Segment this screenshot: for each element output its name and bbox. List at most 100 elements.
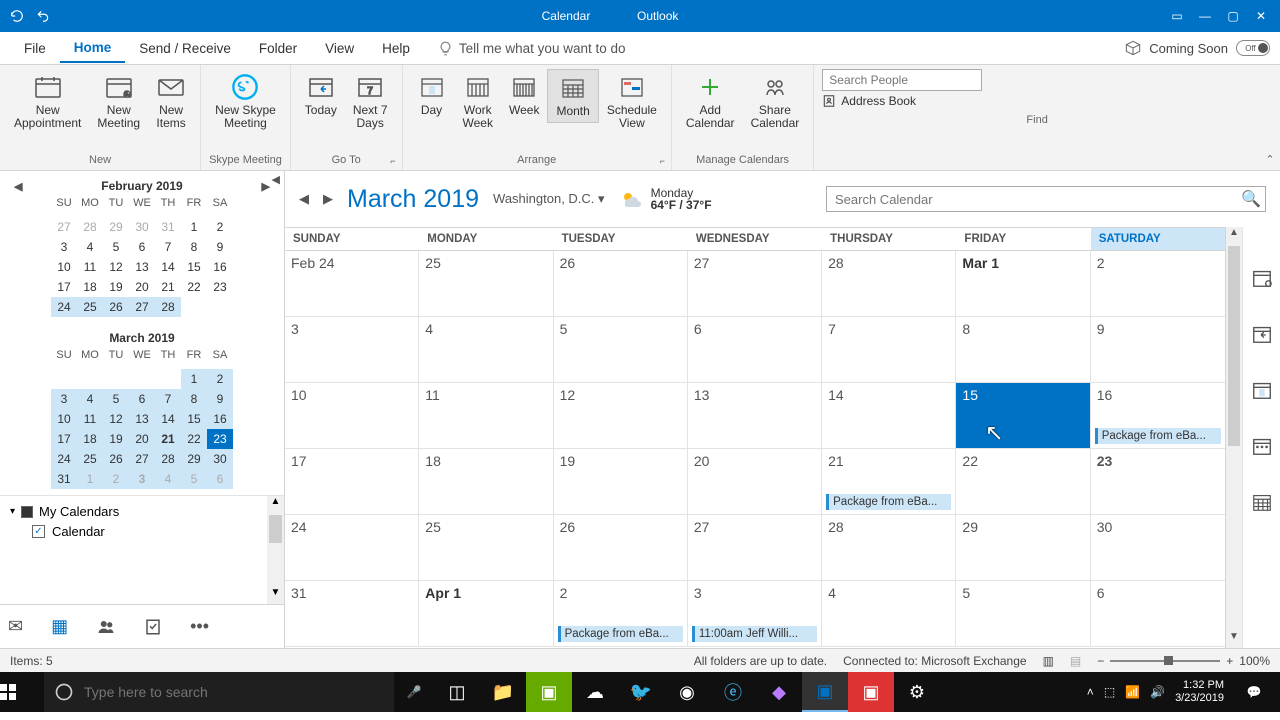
maximize-icon[interactable]: ▢ xyxy=(1226,9,1240,23)
mini-day[interactable]: 7 xyxy=(155,237,181,257)
mini-day[interactable]: 11 xyxy=(77,257,103,277)
tab-folder[interactable]: Folder xyxy=(245,35,311,62)
day-cell[interactable]: 14 xyxy=(822,383,956,448)
people-icon[interactable] xyxy=(96,618,116,636)
day-cell[interactable]: 13 xyxy=(688,383,822,448)
view-reading-icon[interactable]: ▤ xyxy=(1070,654,1081,668)
mini-day[interactable]: 7 xyxy=(155,389,181,409)
mini-day[interactable]: 16 xyxy=(207,409,233,429)
mini-day[interactable]: 30 xyxy=(129,217,155,237)
day-cell[interactable]: 18 xyxy=(419,449,553,514)
mini-day[interactable]: 4 xyxy=(77,237,103,257)
day-cell[interactable]: 6 xyxy=(688,317,822,382)
view-normal-icon[interactable]: ▥ xyxy=(1043,654,1054,668)
mini-day[interactable]: 13 xyxy=(129,409,155,429)
mini-day[interactable]: 17 xyxy=(51,277,77,297)
mini-day[interactable]: 25 xyxy=(77,449,103,469)
day-cell[interactable]: 22 xyxy=(956,449,1090,514)
schedule-view-button[interactable]: ScheduleView xyxy=(599,69,665,134)
day-cell[interactable]: 8 xyxy=(956,317,1090,382)
tab-help[interactable]: Help xyxy=(368,35,424,62)
day-cell[interactable]: 4 xyxy=(822,581,956,646)
new-items-button[interactable]: NewItems xyxy=(148,69,194,134)
tell-me[interactable]: Tell me what you want to do xyxy=(424,41,626,56)
peek-icon[interactable] xyxy=(1251,323,1273,345)
search-calendar-input[interactable] xyxy=(827,192,1237,207)
day-cell[interactable]: 10 xyxy=(285,383,419,448)
zoom-in-icon[interactable]: + xyxy=(1226,654,1233,668)
taskbar-search[interactable] xyxy=(44,672,394,712)
dialog-launcher-icon[interactable]: ⌐ xyxy=(656,156,669,168)
mini-day[interactable]: 20 xyxy=(129,429,155,449)
app-snagit[interactable]: ▣ xyxy=(848,672,894,712)
display-options-icon[interactable]: ▭ xyxy=(1170,9,1184,23)
mini-day[interactable]: 27 xyxy=(129,297,155,317)
day-view-button[interactable]: Day xyxy=(409,69,455,121)
day-cell[interactable]: 5 xyxy=(956,581,1090,646)
mini-day[interactable]: 28 xyxy=(155,297,181,317)
taskview-icon[interactable]: ◫ xyxy=(434,672,480,712)
day-cell[interactable]: 24 xyxy=(285,515,419,580)
app-explorer[interactable]: 📁 xyxy=(480,672,526,712)
day-cell[interactable]: 6 xyxy=(1091,581,1225,646)
minimize-icon[interactable]: — xyxy=(1198,9,1212,23)
calendar-item[interactable]: ✓Calendar xyxy=(10,519,274,544)
mail-icon[interactable]: ✉ xyxy=(8,616,23,637)
app-outlook[interactable]: ▣ xyxy=(802,672,848,712)
tray-clock[interactable]: 1:32 PM3/23/2019 xyxy=(1175,679,1224,705)
day-cell[interactable]: 2 xyxy=(1091,251,1225,316)
app-vs[interactable]: ◆ xyxy=(756,672,802,712)
mini-day[interactable]: 21 xyxy=(155,429,181,449)
day-cell[interactable]: 21Package from eBa... xyxy=(822,449,956,514)
mini-day[interactable]: 1 xyxy=(181,217,207,237)
day-cell[interactable]: Feb 24 xyxy=(285,251,419,316)
tab-file[interactable]: File xyxy=(10,35,60,62)
calendar-event[interactable]: Package from eBa... xyxy=(826,494,951,510)
mini-day[interactable]: 15 xyxy=(181,409,207,429)
peek-icon[interactable] xyxy=(1251,491,1273,513)
search-icon[interactable]: 🔍 xyxy=(1237,189,1265,209)
my-calendars-header[interactable]: ▾My Calendars xyxy=(10,504,274,519)
mini-day[interactable]: 18 xyxy=(77,277,103,297)
undo-icon[interactable] xyxy=(36,9,50,23)
tab-view[interactable]: View xyxy=(311,35,368,62)
mini-day[interactable]: 26 xyxy=(103,449,129,469)
mini-day[interactable]: 5 xyxy=(181,469,207,489)
mini-day[interactable]: 1 xyxy=(181,369,207,389)
mini-day[interactable]: 12 xyxy=(103,257,129,277)
mini-day[interactable]: 3 xyxy=(51,237,77,257)
day-cell[interactable]: 29 xyxy=(956,515,1090,580)
calendar-icon[interactable]: ▦ xyxy=(51,616,68,637)
mini-day[interactable]: 23 xyxy=(207,429,233,449)
mini-day[interactable]: 6 xyxy=(129,389,155,409)
day-cell[interactable]: 20 xyxy=(688,449,822,514)
more-icon[interactable]: ••• xyxy=(190,616,209,637)
new-appointment-button[interactable]: NewAppointment xyxy=(6,69,89,134)
mini-day[interactable]: 3 xyxy=(129,469,155,489)
day-cell[interactable]: 26 xyxy=(554,515,688,580)
mini-day[interactable]: 28 xyxy=(77,217,103,237)
app-settings[interactable]: ⚙ xyxy=(894,672,940,712)
taskbar-search-input[interactable] xyxy=(84,684,384,700)
mini-day[interactable]: 2 xyxy=(103,469,129,489)
mini-day[interactable]: 28 xyxy=(155,449,181,469)
weather-location[interactable]: Washington, D.C. ▾ xyxy=(493,191,605,207)
tray-up-icon[interactable]: ˄ xyxy=(1087,685,1094,699)
mini-day[interactable]: 1 xyxy=(77,469,103,489)
day-cell[interactable]: 25 xyxy=(419,515,553,580)
day-cell[interactable]: 25 xyxy=(419,251,553,316)
day-cell[interactable]: 28 xyxy=(822,251,956,316)
peek-icon[interactable] xyxy=(1251,267,1273,289)
today-button[interactable]: Today xyxy=(297,69,345,121)
tab-home[interactable]: Home xyxy=(60,34,126,63)
mini-day[interactable]: 6 xyxy=(207,469,233,489)
day-cell[interactable]: 5 xyxy=(554,317,688,382)
day-cell[interactable]: 19 xyxy=(554,449,688,514)
mini-day[interactable]: 9 xyxy=(207,389,233,409)
mini-day[interactable]: 5 xyxy=(103,237,129,257)
coming-soon[interactable]: Coming Soon Off xyxy=(1125,40,1270,56)
day-cell[interactable]: 23 xyxy=(1091,449,1225,514)
next-7-days-button[interactable]: 7Next 7Days xyxy=(345,69,396,134)
address-book-button[interactable]: Address Book xyxy=(822,94,1252,108)
zoom-out-icon[interactable]: − xyxy=(1097,654,1104,668)
